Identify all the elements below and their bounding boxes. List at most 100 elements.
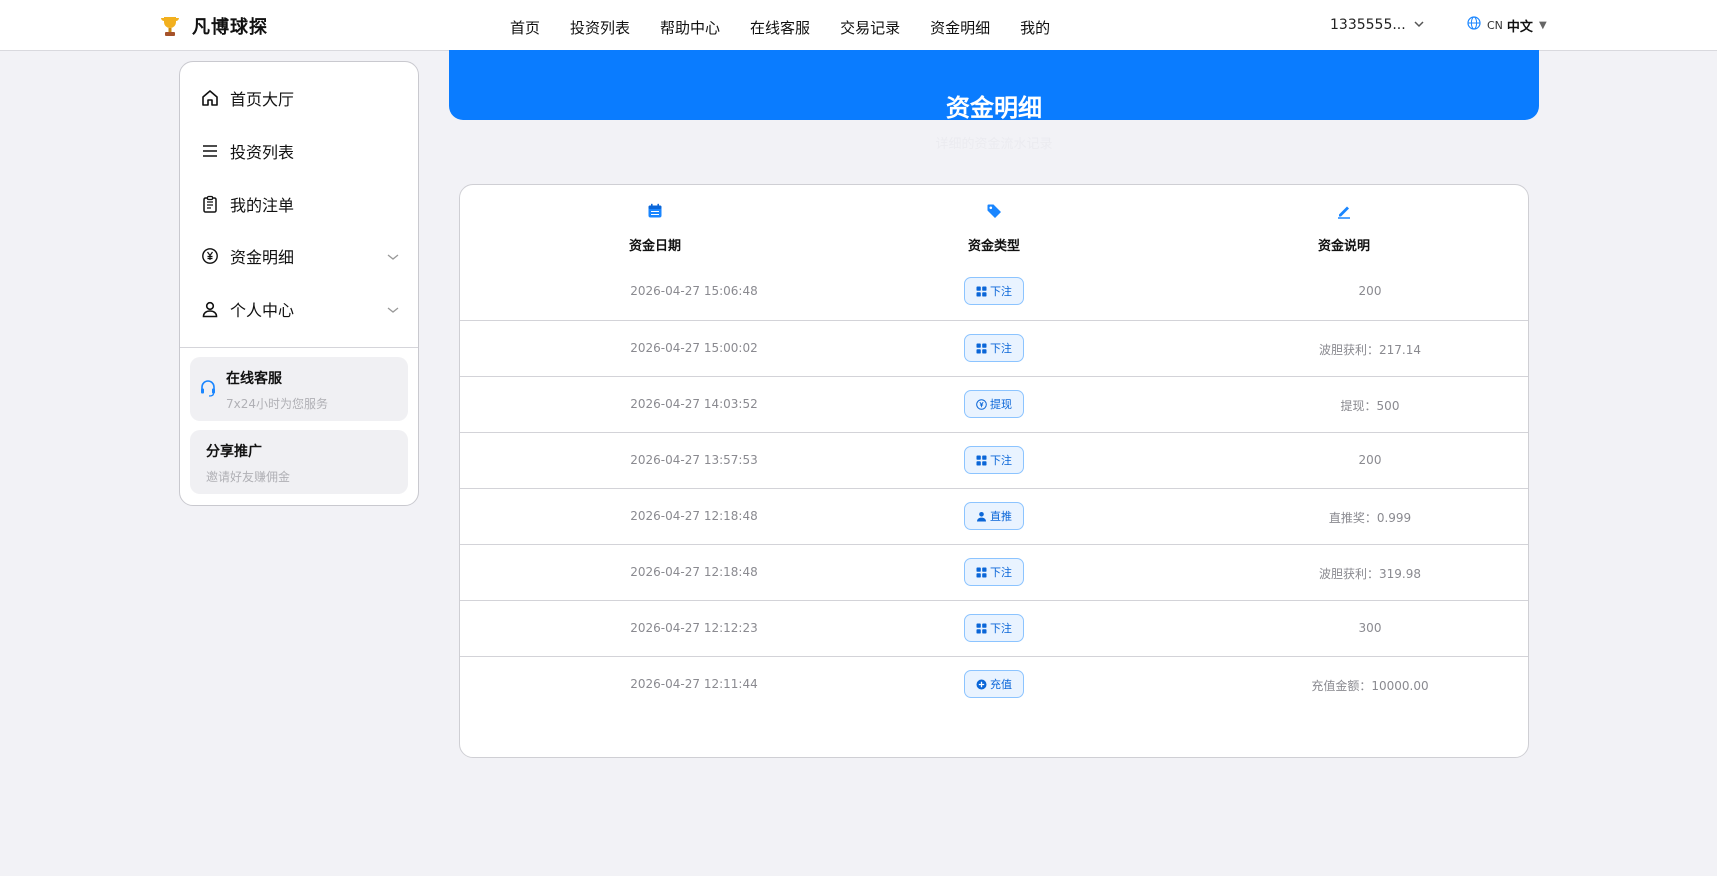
table-row: 2026-04-27 13:57:53 下注 200 — [460, 432, 1528, 489]
fund-date-cell: 2026-04-27 14:03:52 — [630, 397, 758, 411]
caret-down-icon: ▼ — [1538, 19, 1547, 31]
table-row: 2026-04-27 12:11:44 充值 充值金额：10000.00 — [460, 656, 1528, 713]
fund-type-tag[interactable]: 提现 — [964, 390, 1024, 418]
fund-description-cell: 波胆获利：217.14 — [1319, 343, 1421, 357]
language-label: 中文 — [1506, 19, 1533, 35]
fund-type-label: 提现 — [990, 398, 1012, 411]
grid-icon — [976, 343, 987, 354]
fund-type-label: 下注 — [990, 566, 1012, 579]
grid-icon — [976, 455, 987, 466]
clipboard-icon — [200, 194, 220, 214]
sidebar: 首页大厅 投资列表 我的注单 资金明细 个人中心 在线客服 7x24小时为您服务… — [179, 61, 419, 506]
table-row: 2026-04-27 12:12:23 下注 300 — [460, 600, 1528, 657]
yuan-circle-icon — [976, 398, 987, 410]
grid-icon — [976, 567, 987, 578]
fund-description-cell: 充值金额：10000.00 — [1311, 679, 1429, 693]
language-code: CN — [1487, 18, 1503, 32]
plus-circle-icon — [976, 679, 987, 690]
brand-name: 凡博球探 — [192, 17, 268, 38]
sidebar-item-investment-list[interactable]: 投资列表 — [200, 136, 400, 166]
yuan-circle-icon — [200, 246, 220, 266]
chevron-down-icon[interactable] — [386, 302, 400, 321]
fund-type-tag[interactable]: 下注 — [964, 446, 1024, 474]
support-subtitle: 7x24小时为您服务 — [226, 397, 329, 411]
fund-type-label: 直推 — [990, 510, 1012, 523]
column-header-description: 资金说明 — [1244, 203, 1444, 254]
column-header-date: 资金日期 — [555, 203, 755, 254]
table-row: 2026-04-27 12:18:48 直推 直推奖：0.999 — [460, 488, 1528, 545]
table-row: 2026-04-27 14:03:52 提现 提现：500 — [460, 376, 1528, 433]
brand[interactable]: 凡博球探 — [158, 13, 268, 39]
fund-date-cell: 2026-04-27 12:18:48 — [630, 509, 758, 523]
trophy-icon — [158, 14, 182, 38]
fund-type-tag[interactable]: 下注 — [964, 277, 1024, 305]
fund-description-cell: 300 — [1358, 621, 1382, 635]
user-icon — [200, 299, 220, 319]
fund-date-cell: 2026-04-27 12:11:44 — [630, 677, 758, 691]
fund-type-label: 下注 — [990, 285, 1012, 298]
user-account-label: 1335555... — [1330, 17, 1406, 33]
nav-item-support[interactable]: 在线客服 — [750, 17, 810, 38]
fund-description-cell: 直推奖：0.999 — [1328, 511, 1412, 525]
fund-date-cell: 2026-04-27 13:57:53 — [630, 453, 758, 467]
nav-item-help[interactable]: 帮助中心 — [660, 17, 720, 38]
column-header-label: 资金日期 — [628, 239, 681, 254]
main-nav: 首页 投资列表 帮助中心 在线客服 交易记录 资金明细 我的 — [510, 17, 1080, 38]
fund-type-tag[interactable]: 充值 — [964, 670, 1024, 698]
fund-date-cell: 2026-04-27 12:18:48 — [630, 565, 758, 579]
fund-type-label: 下注 — [990, 622, 1012, 635]
table-row: 2026-04-27 15:06:48 下注 200 — [460, 264, 1528, 320]
sidebar-item-personal-center[interactable]: 个人中心 — [200, 294, 400, 324]
sidebar-item-label: 我的注单 — [230, 196, 295, 215]
user-account-dropdown[interactable]: 1335555... — [1294, 8, 1434, 42]
fund-type-tag[interactable]: 下注 — [964, 558, 1024, 586]
calendar-icon — [555, 203, 755, 225]
chevron-down-icon — [1412, 17, 1426, 35]
fund-type-tag[interactable]: 下注 — [964, 614, 1024, 642]
sidebar-share-card[interactable]: 分享推广 邀请好友赚佣金 — [190, 430, 408, 494]
sidebar-item-fund-details[interactable]: 资金明细 — [200, 241, 400, 271]
share-subtitle: 邀请好友赚佣金 — [206, 470, 291, 484]
fund-type-label: 充值 — [990, 678, 1012, 691]
sidebar-item-label: 投资列表 — [230, 143, 295, 162]
top-navbar: 凡博球探 首页 投资列表 帮助中心 在线客服 交易记录 资金明细 我的 1335… — [0, 0, 1717, 51]
table-row: 2026-04-27 15:00:02 下注 波胆获利：217.14 — [460, 320, 1528, 377]
globe-icon — [1467, 16, 1481, 34]
nav-item-investments[interactable]: 投资列表 — [570, 17, 630, 38]
nav-item-transactions[interactable]: 交易记录 — [840, 17, 900, 38]
grid-icon — [976, 623, 987, 634]
fund-type-tag[interactable]: 直推 — [964, 502, 1024, 530]
page-title: 资金明细 — [946, 94, 1042, 122]
sidebar-item-label: 个人中心 — [230, 301, 295, 320]
sidebar-support-card[interactable]: 在线客服 7x24小时为您服务 — [190, 357, 408, 421]
home-icon — [200, 88, 220, 108]
fund-date-cell: 2026-04-27 12:12:23 — [630, 621, 758, 635]
column-header-label: 资金类型 — [967, 239, 1020, 254]
fund-description-cell: 波胆获利：319.98 — [1319, 567, 1421, 581]
fund-description-cell: 200 — [1358, 284, 1382, 298]
nav-item-funds[interactable]: 资金明细 — [930, 17, 990, 38]
fund-date-cell: 2026-04-27 15:06:48 — [630, 284, 758, 298]
language-switcher[interactable]: CN 中文 ▼ — [1453, 9, 1563, 41]
headset-icon — [199, 379, 217, 401]
nav-item-mine[interactable]: 我的 — [1020, 17, 1050, 38]
tag-icon — [894, 203, 1094, 225]
nav-item-home[interactable]: 首页 — [510, 17, 540, 38]
sidebar-item-label: 资金明细 — [230, 248, 295, 267]
user-icon — [976, 511, 987, 522]
table-row: 2026-04-27 12:18:48 下注 波胆获利：319.98 — [460, 544, 1528, 601]
sidebar-item-label: 首页大厅 — [230, 90, 295, 109]
share-title: 分享推广 — [206, 444, 262, 460]
sidebar-item-home-hall[interactable]: 首页大厅 — [200, 83, 400, 113]
column-header-type: 资金类型 — [894, 203, 1094, 254]
fund-details-table: 资金日期 资金类型 资金说明 2026-04-27 15:06:48 下注 200 2… — [459, 184, 1529, 758]
grid-icon — [976, 286, 987, 297]
fund-date-cell: 2026-04-27 15:00:02 — [630, 341, 758, 355]
chevron-down-icon[interactable] — [386, 249, 400, 268]
column-header-label: 资金说明 — [1317, 239, 1370, 254]
support-title: 在线客服 — [226, 371, 282, 387]
fund-type-label: 下注 — [990, 454, 1012, 467]
sidebar-item-my-orders[interactable]: 我的注单 — [200, 189, 400, 219]
fund-type-tag[interactable]: 下注 — [964, 334, 1024, 362]
edit-icon — [1244, 203, 1444, 225]
